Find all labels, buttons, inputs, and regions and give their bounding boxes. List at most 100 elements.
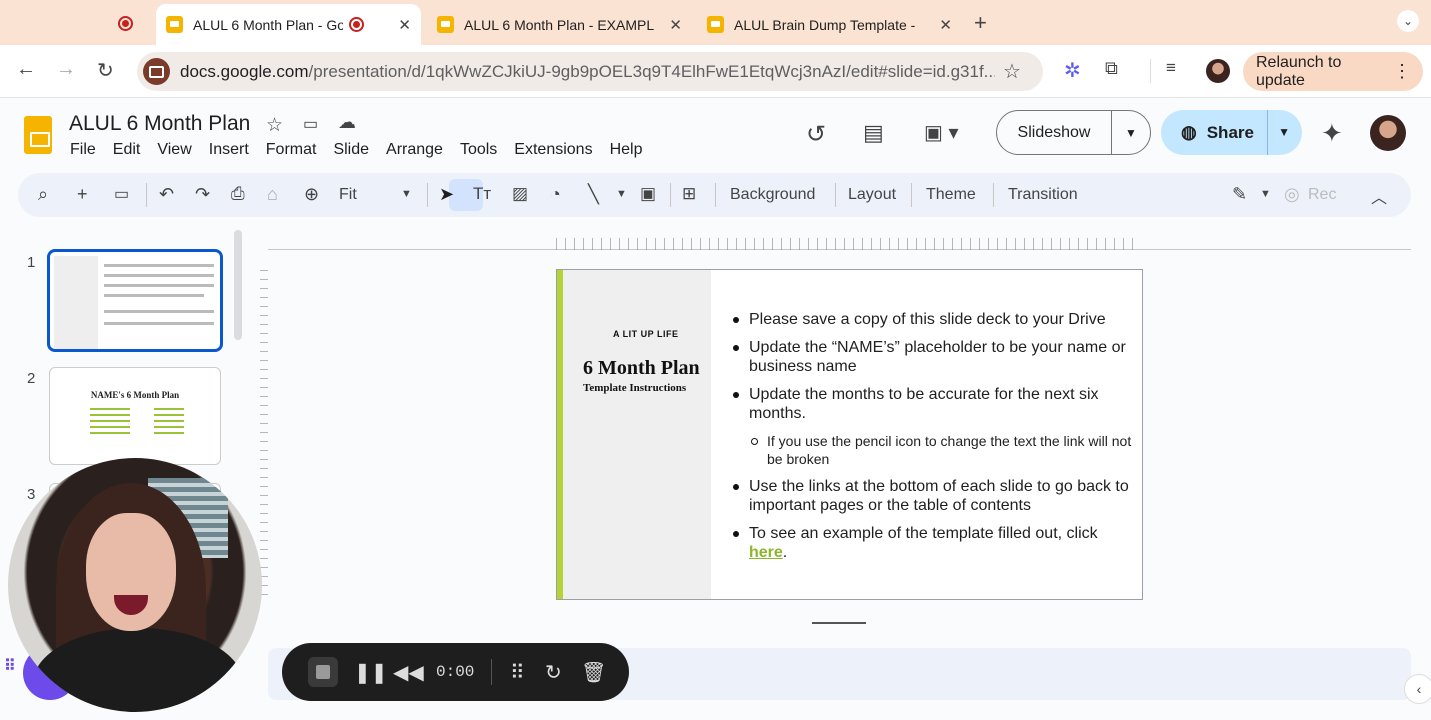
relaunch-button[interactable]: Relaunch to update ⋮ (1243, 52, 1423, 91)
line-dropdown-icon[interactable]: ▼ (616, 188, 627, 200)
move-folder-icon[interactable]: ▭ (303, 114, 318, 134)
meet-camera-icon[interactable]: ▣ ▾ (924, 120, 959, 145)
divider (146, 183, 147, 207)
pen-tool-icon[interactable]: ✎ (1232, 184, 1247, 205)
new-tab-icon[interactable]: + (974, 10, 987, 36)
transition-button[interactable]: Transition (1008, 186, 1078, 204)
slide-thumbnail-2[interactable]: NAME's 6 Month Plan (49, 367, 221, 465)
back-icon[interactable]: ← (16, 58, 36, 81)
cloud-saved-icon[interactable]: ☁ (338, 112, 356, 133)
rec-icon[interactable]: ◎ (1284, 184, 1300, 205)
address-bar-row: ← → ↻ docs.google.com/presentation/d/1qk… (0, 45, 1431, 98)
search-menus-icon[interactable]: ⌕ (38, 184, 48, 205)
print-icon[interactable]: ⎙ (231, 184, 245, 204)
menu-insert[interactable]: Insert (209, 141, 249, 159)
drag-handle-icon[interactable]: ⠿ (4, 656, 16, 676)
slide-thumbnail-1[interactable] (47, 249, 223, 352)
filmstrip-scrollbar[interactable] (234, 230, 242, 340)
zoom-dropdown-icon[interactable]: ▼ (401, 188, 412, 200)
google-slides-logo-icon[interactable] (24, 116, 52, 154)
menu-view[interactable]: View (157, 141, 191, 159)
side-panel-toggle-icon[interactable]: ‹ (1404, 674, 1431, 704)
url-text: docs.google.com/presentation/d/1qkWwZCJk… (180, 61, 995, 81)
paint-format-icon[interactable]: ⌂ (267, 184, 278, 205)
comments-icon[interactable]: ▤ (863, 120, 884, 146)
forward-icon[interactable]: → (56, 58, 76, 81)
reload-icon[interactable]: ↻ (97, 58, 114, 83)
line-icon[interactable]: ╲ (588, 184, 599, 205)
menu-help[interactable]: Help (610, 141, 643, 159)
share-button[interactable]: ◍ Share ▼ (1161, 110, 1302, 155)
slides-header: ALUL 6 Month Plan ☆ ▭ ☁ File Edit View I… (0, 98, 1431, 172)
redo-icon[interactable]: ↷ (195, 184, 210, 205)
horizontal-ruler[interactable] (556, 238, 1141, 250)
delete-icon[interactable]: 🗑 (581, 660, 606, 685)
divider (835, 183, 836, 207)
insert-video-icon[interactable]: ▣ (640, 184, 656, 204)
menu-arrange[interactable]: Arrange (386, 141, 443, 159)
pen-dropdown-icon[interactable]: ▼ (1260, 188, 1271, 200)
instructions-text-box[interactable]: Please save a copy of this slide deck to… (733, 310, 1133, 571)
rec-button[interactable]: Rec (1308, 186, 1336, 204)
webcam-bubble[interactable] (8, 458, 262, 712)
pause-icon[interactable]: ❚❚ (354, 660, 388, 685)
share-dropdown-icon[interactable]: ▼ (1267, 110, 1290, 155)
drag-grip-icon[interactable]: ⠿ (510, 660, 525, 685)
add-comment-icon[interactable]: ⊞ (682, 184, 696, 204)
brand-logo-text: A LIT UP LIFE (613, 329, 679, 339)
collapse-toolbar-icon[interactable]: ︿ (1371, 184, 1387, 208)
slideshow-button[interactable]: Slideshow ▼ (996, 110, 1151, 155)
account-avatar[interactable] (1370, 115, 1406, 151)
tab-alul-example[interactable]: ALUL 6 Month Plan - EXAMPL ✕ (427, 4, 692, 45)
menu-slide[interactable]: Slide (333, 141, 369, 159)
media-controls-icon[interactable]: ≡ (1166, 58, 1176, 78)
divider (993, 183, 994, 207)
slideshow-label[interactable]: Slideshow (997, 111, 1112, 154)
select-cursor-icon[interactable]: ➤ (439, 184, 454, 205)
stop-button[interactable] (308, 657, 338, 687)
example-link[interactable]: here (749, 544, 783, 561)
profile-avatar[interactable] (1206, 59, 1230, 83)
more-menu-icon[interactable]: ⋮ (1393, 61, 1411, 82)
slide-layout-icon[interactable]: ▭ (114, 184, 129, 204)
theme-button[interactable]: Theme (926, 186, 976, 204)
rewind-icon[interactable]: ◀◀ (393, 660, 424, 685)
menu-format[interactable]: Format (266, 141, 317, 159)
star-icon[interactable]: ☆ (266, 114, 283, 137)
restart-icon[interactable]: ↻ (545, 660, 562, 685)
insert-image-icon[interactable]: ▨ (512, 184, 528, 204)
tab-alul-6-month-plan[interactable]: ALUL 6 Month Plan - Goog ✕ (156, 4, 421, 45)
background-button[interactable]: Background (730, 186, 815, 204)
menu-edit[interactable]: Edit (113, 141, 141, 159)
current-slide[interactable]: A LIT UP LIFE 6 Month Plan Template Inst… (556, 269, 1143, 600)
zoom-icon[interactable]: ⊕ (304, 184, 319, 205)
layout-button[interactable]: Layout (848, 186, 896, 204)
zoom-select[interactable]: Fit (339, 186, 357, 204)
undo-icon[interactable]: ↶ (159, 184, 174, 205)
document-title[interactable]: ALUL 6 Month Plan (69, 112, 250, 136)
slide-title[interactable]: 6 Month Plan (583, 357, 700, 380)
bookmark-star-icon[interactable]: ☆ (1003, 59, 1021, 84)
tab-search-icon[interactable]: ⌄ (1397, 10, 1419, 32)
new-slide-icon[interactable]: + (77, 184, 88, 205)
tab-title: ALUL Brain Dump Template - (734, 16, 916, 33)
slideshow-dropdown-icon[interactable]: ▼ (1112, 126, 1150, 140)
extensions-puzzle-icon[interactable]: ⧉ (1105, 58, 1118, 79)
extension-gemini-icon[interactable]: ✲ (1064, 58, 1081, 83)
notes-resize-handle[interactable] (812, 622, 866, 624)
close-tab-icon[interactable]: ✕ (663, 16, 682, 34)
slide-subtitle[interactable]: Template Instructions (583, 382, 686, 394)
version-history-icon[interactable]: ↺ (806, 120, 826, 149)
text-box-icon[interactable]: Tт (473, 184, 491, 204)
shape-icon[interactable]: ◔ (550, 184, 561, 205)
menu-extensions[interactable]: Extensions (514, 141, 592, 159)
omnibox[interactable]: docs.google.com/presentation/d/1qkWwZCJk… (137, 52, 1043, 91)
vertical-ruler[interactable] (260, 270, 268, 600)
close-tab-icon[interactable]: ✕ (392, 16, 411, 34)
site-info-icon[interactable] (143, 58, 170, 85)
menu-file[interactable]: File (70, 141, 96, 159)
gemini-sparkle-icon[interactable]: ✦ (1321, 118, 1343, 149)
tab-alul-brain-dump[interactable]: ALUL Brain Dump Template - ✕ (697, 4, 962, 45)
menu-tools[interactable]: Tools (460, 141, 497, 159)
close-tab-icon[interactable]: ✕ (933, 16, 952, 34)
